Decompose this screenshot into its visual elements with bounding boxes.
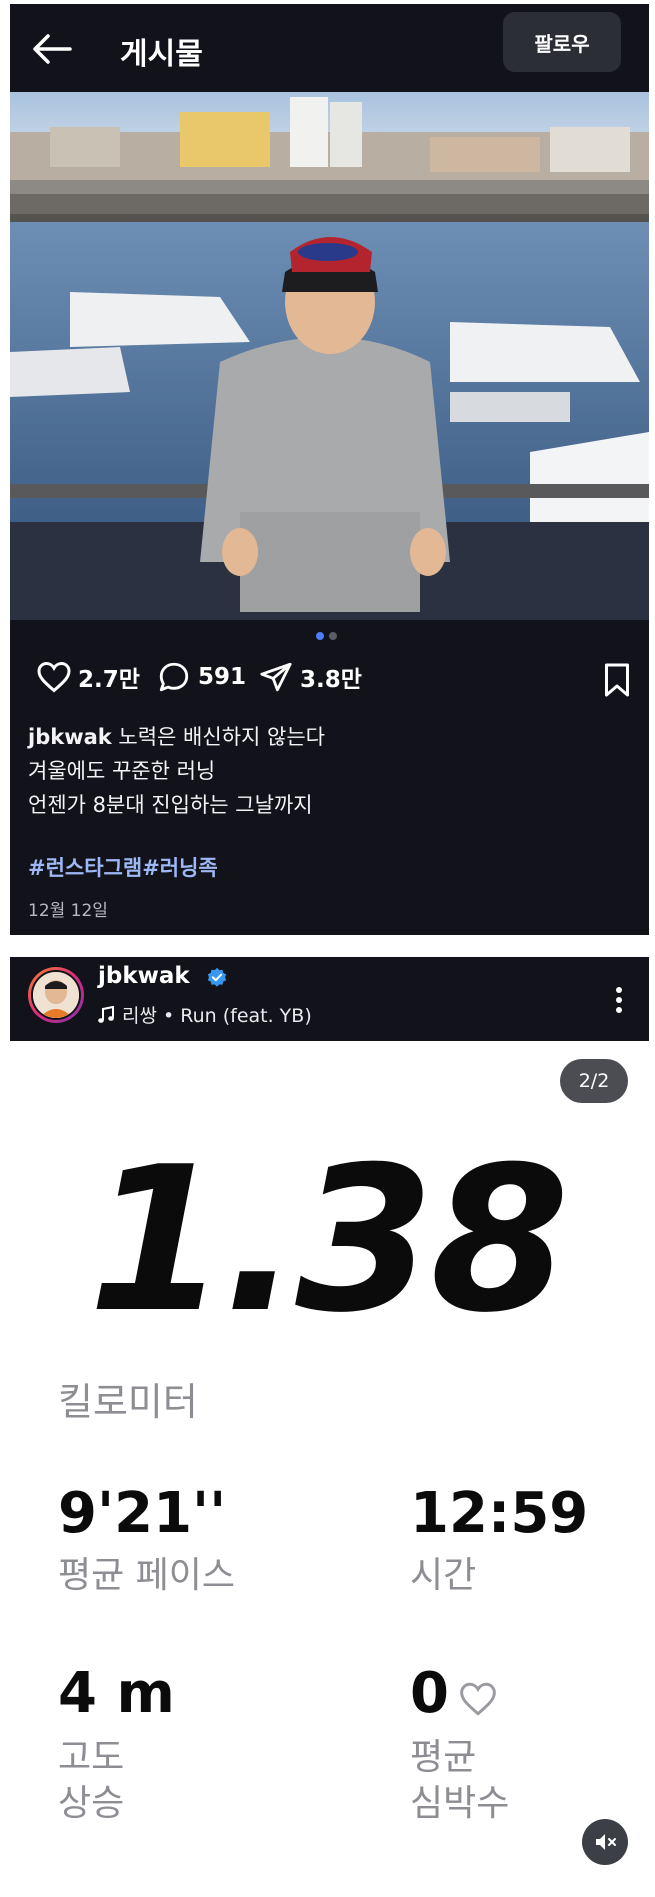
carousel-dot [329, 632, 337, 640]
post-panel: 게시물 팔로우 2.7만 591 3.8만 jbkwak 노력은 배신하지 않는… [10, 4, 649, 935]
like-button[interactable]: 2.7만 [36, 660, 140, 694]
caption-username[interactable]: jbkwak [28, 725, 112, 749]
hashtags[interactable]: #런스타그램#러닝족 [28, 852, 218, 882]
distance-unit: 킬로미터 [58, 1380, 198, 1424]
more-vertical-icon[interactable] [612, 983, 626, 1017]
page-title: 게시물 [120, 37, 203, 72]
post-photo[interactable] [10, 92, 649, 620]
heart-rate-label-1: 평균 [410, 1737, 477, 1778]
distance-value: 1.38 [88, 1124, 569, 1357]
speaker-muted-icon[interactable] [582, 1819, 628, 1865]
reel-username[interactable]: jbkwak [98, 963, 190, 989]
pace-value: 9'21'' [58, 1481, 227, 1546]
share-button[interactable]: 3.8만 [258, 660, 362, 694]
top-bar: 게시물 팔로우 [10, 4, 649, 92]
comment-count: 591 [198, 664, 247, 690]
like-count: 2.7만 [78, 667, 140, 693]
heart-rate-value: 0 [410, 1661, 449, 1726]
bookmark-icon[interactable] [602, 662, 632, 702]
avatar[interactable] [28, 967, 84, 1023]
elevation-value: 4 m [58, 1661, 175, 1726]
back-arrow-icon[interactable] [30, 31, 74, 67]
music-title: 리쌍 • Run (feat. YB) [122, 1005, 312, 1027]
follow-button[interactable]: 팔로우 [503, 12, 621, 72]
music-info[interactable]: 리쌍 • Run (feat. YB) [98, 1001, 312, 1028]
caption: jbkwak 노력은 배신하지 않는다 겨울에도 꾸준한 러닝 언젠가 8분대 … [28, 720, 325, 822]
verified-badge-icon [206, 967, 228, 993]
action-bar: 2.7만 591 3.8만 [26, 660, 636, 702]
heart-icon [37, 661, 71, 693]
pace-label: 평균 페이스 [58, 1555, 236, 1596]
caption-line-1: 노력은 배신하지 않는다 [118, 725, 325, 749]
caption-line-3: 언젠가 8분대 진입하는 그날까지 [28, 793, 313, 817]
carousel-dots [316, 632, 337, 640]
heart-rate-label-2: 심박수 [410, 1783, 510, 1824]
elevation-label-1: 고도 [58, 1737, 125, 1778]
run-stats-panel: 2/2 1.38 킬로미터 9'21'' 평균 페이스 12:59 시간 4 m… [10, 1041, 649, 1897]
share-count: 3.8만 [300, 667, 362, 693]
time-value: 12:59 [410, 1481, 589, 1546]
time-label: 시간 [410, 1555, 477, 1596]
elevation-label-2: 상승 [58, 1783, 125, 1824]
comment-icon [159, 662, 189, 692]
comment-button[interactable]: 591 [156, 660, 246, 694]
heart-outline-icon [458, 1681, 498, 1721]
reel-header: jbkwak 리쌍 • Run (feat. YB) [10, 957, 649, 1041]
post-date: 12월 12일 [28, 901, 108, 921]
page-indicator: 2/2 [560, 1059, 628, 1103]
caption-line-2: 겨울에도 꾸준한 러닝 [28, 759, 216, 783]
send-icon [260, 662, 292, 692]
music-note-icon [98, 1005, 114, 1023]
carousel-dot-active [316, 632, 324, 640]
